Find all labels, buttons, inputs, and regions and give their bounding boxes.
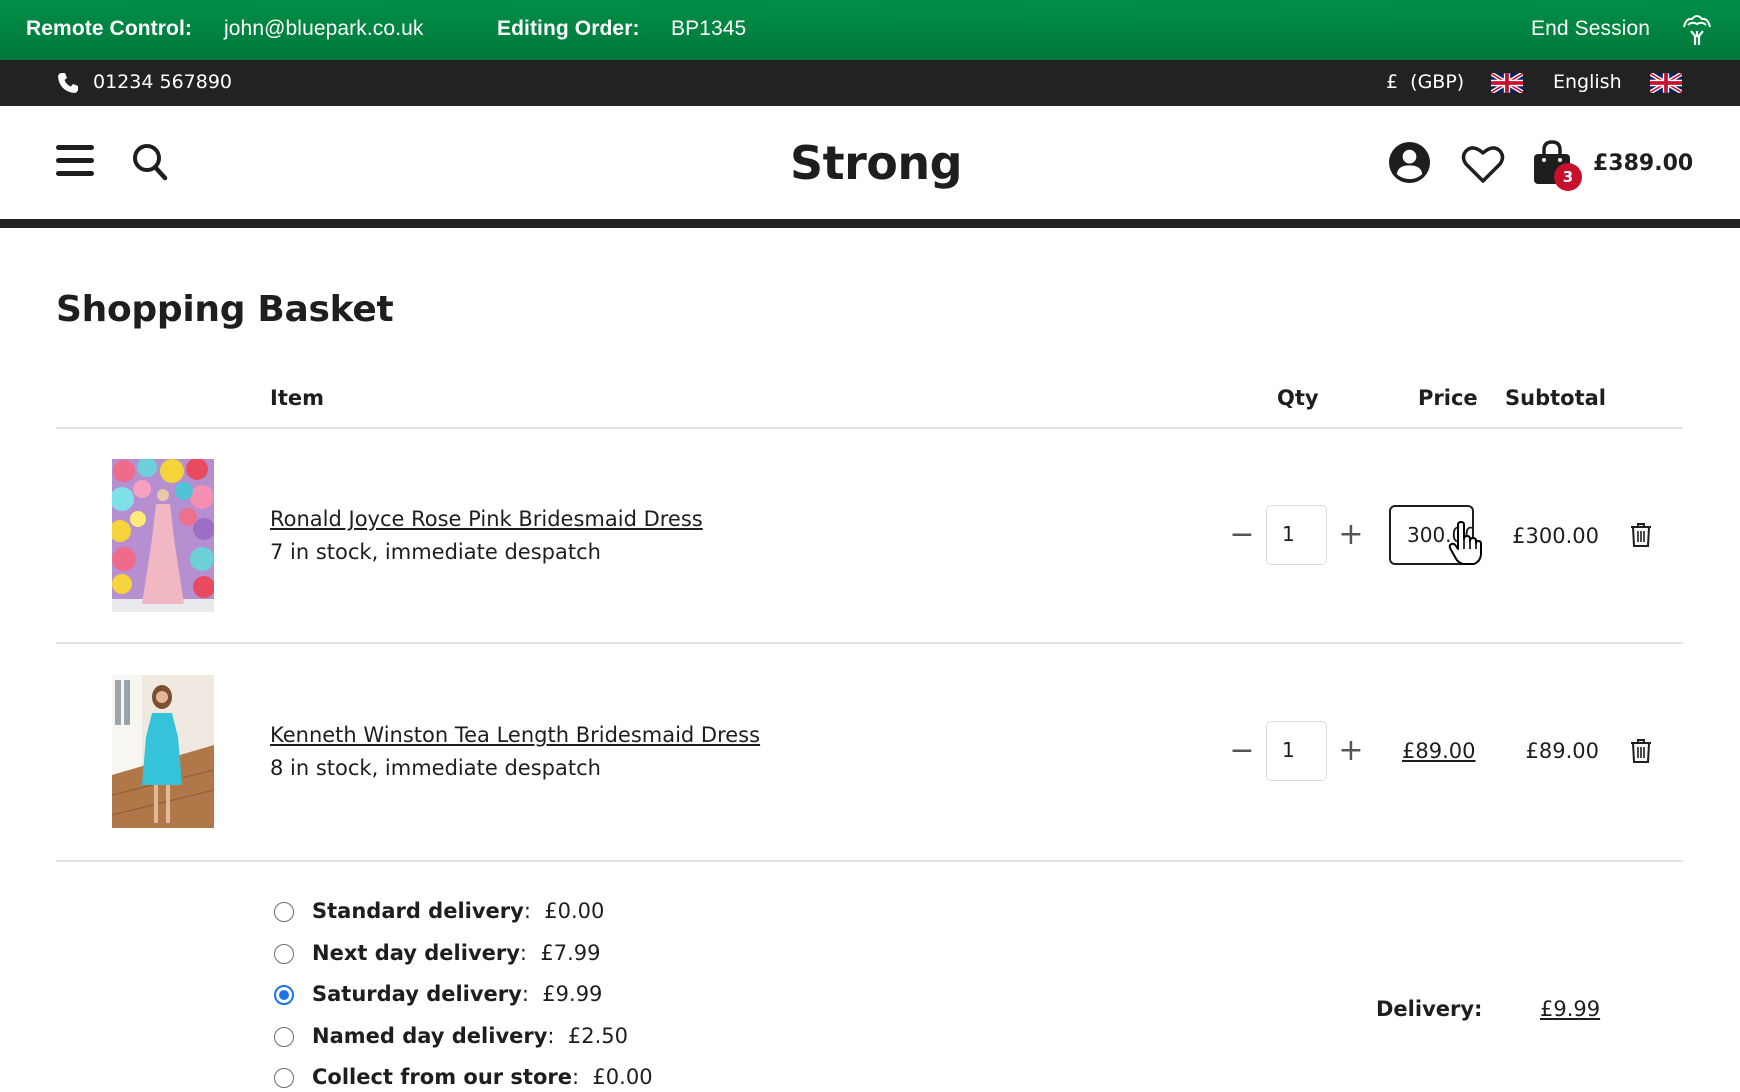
column-header-subtotal: Subtotal xyxy=(1505,386,1606,410)
hamburger-icon[interactable] xyxy=(56,145,94,177)
column-header-price: Price xyxy=(1418,386,1478,410)
search-icon[interactable] xyxy=(130,142,170,182)
radio-next-day-delivery[interactable] xyxy=(274,944,294,964)
end-session-button[interactable]: End Session xyxy=(1531,17,1650,41)
remote-control-label: Remote Control: xyxy=(26,17,192,40)
option-price: £7.99 xyxy=(540,941,601,965)
remote-user-email: john@bluepark.co.uk xyxy=(224,17,424,40)
separator: : xyxy=(519,941,527,965)
utility-bar: 01234 567890 £ (GBP) English xyxy=(0,60,1740,106)
qty-decrease-button[interactable]: − xyxy=(1229,520,1255,550)
remote-control-bar: Remote Control: john@bluepark.co.uk Edit… xyxy=(0,0,1740,60)
qty-increase-button[interactable]: + xyxy=(1338,520,1364,550)
option-name: Saturday delivery xyxy=(312,982,522,1006)
column-header-item: Item xyxy=(270,386,324,410)
uk-flag-icon xyxy=(1650,73,1682,93)
qty-increase-button[interactable]: + xyxy=(1338,736,1364,766)
line-subtotal: £89.00 xyxy=(1525,739,1599,763)
stock-status: 7 in stock, immediate despatch xyxy=(270,540,601,564)
header-divider xyxy=(0,219,1740,228)
option-price: £9.99 xyxy=(542,982,603,1006)
account-icon[interactable] xyxy=(1388,141,1431,184)
basket-count-badge: 3 xyxy=(1554,163,1582,191)
tree-icon xyxy=(1683,15,1711,45)
qty-input[interactable]: 1 xyxy=(1266,721,1327,781)
radio-named-day-delivery[interactable] xyxy=(274,1027,294,1047)
product-link[interactable]: Kenneth Winston Tea Length Bridesmaid Dr… xyxy=(270,723,760,747)
basket-total[interactable]: £389.00 xyxy=(1593,151,1693,176)
editing-order-label: Editing Order: xyxy=(497,17,640,40)
product-link[interactable]: Ronald Joyce Rose Pink Bridesmaid Dress xyxy=(270,507,703,531)
column-header-qty: Qty xyxy=(1277,386,1319,410)
order-id: BP1345 xyxy=(671,17,747,40)
product-image[interactable] xyxy=(112,675,214,828)
option-price: £0.00 xyxy=(544,899,605,923)
option-name: Collect from our store xyxy=(312,1065,572,1089)
table-header-divider xyxy=(56,427,1683,429)
product-image[interactable] xyxy=(112,459,214,612)
option-name: Next day delivery xyxy=(312,941,520,965)
trash-icon[interactable] xyxy=(1630,522,1652,548)
phone-number[interactable]: 01234 567890 xyxy=(93,71,232,93)
qty-input[interactable]: 1 xyxy=(1266,505,1327,565)
stock-status: 8 in stock, immediate despatch xyxy=(270,756,601,780)
row-divider xyxy=(56,642,1683,644)
delivery-summary-value[interactable]: £9.99 xyxy=(1540,997,1600,1021)
separator: : xyxy=(547,1024,555,1048)
site-logo[interactable]: Strong xyxy=(790,136,963,190)
option-price: £2.50 xyxy=(567,1024,628,1048)
radio-standard-delivery[interactable] xyxy=(274,902,294,922)
row-divider xyxy=(56,860,1683,862)
heart-icon[interactable] xyxy=(1461,144,1505,184)
hand-cursor-icon xyxy=(1448,521,1482,565)
option-price: £0.00 xyxy=(592,1065,653,1089)
separator: : xyxy=(521,982,529,1006)
separator: : xyxy=(572,1065,580,1089)
qty-decrease-button[interactable]: − xyxy=(1229,736,1255,766)
delivery-summary-label: Delivery: xyxy=(1376,997,1483,1021)
option-name: Standard delivery xyxy=(312,899,524,923)
page-title: Shopping Basket xyxy=(56,289,394,330)
trash-icon[interactable] xyxy=(1630,738,1652,764)
phone-icon xyxy=(58,73,78,93)
currency-selector[interactable]: £ (GBP) xyxy=(1386,71,1464,93)
radio-collect-from-store[interactable] xyxy=(274,1068,294,1088)
language-selector[interactable]: English xyxy=(1553,71,1622,93)
separator: : xyxy=(523,899,531,923)
option-name: Named day delivery xyxy=(312,1024,548,1048)
uk-flag-icon xyxy=(1491,73,1523,93)
radio-saturday-delivery[interactable] xyxy=(274,985,294,1005)
